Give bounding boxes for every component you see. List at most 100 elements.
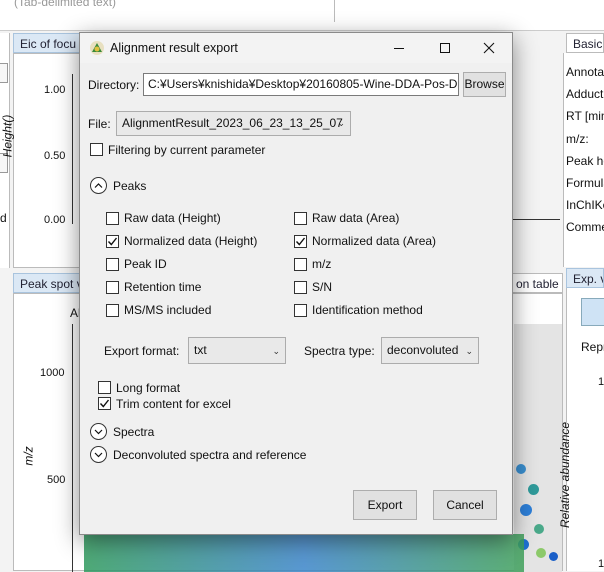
property-comment: Comme xyxy=(566,220,604,235)
property-inchikey: InChIKe xyxy=(566,198,604,213)
chevron-down-icon xyxy=(94,429,103,435)
divider xyxy=(334,0,335,22)
identification-method-checkbox[interactable] xyxy=(294,304,307,317)
spectra-type-value: deconvoluted xyxy=(387,343,459,357)
long-format-label: Long format xyxy=(116,381,181,395)
normalized-height-label: Normalized data (Height) xyxy=(124,234,258,248)
export-button[interactable]: Export xyxy=(353,490,417,520)
peaks-expander-button[interactable] xyxy=(90,177,107,194)
chevron-down-icon xyxy=(94,452,103,458)
raw-height-checkbox[interactable] xyxy=(106,212,119,225)
minimize-icon xyxy=(394,48,404,49)
peak-y-axis xyxy=(72,324,73,572)
cancel-button[interactable]: Cancel xyxy=(433,490,497,520)
exp-repr-label: Repr xyxy=(581,340,604,354)
msms-included-label: MS/MS included xyxy=(124,303,212,317)
spectra-type-label: Spectra type: xyxy=(304,344,375,358)
tab-peak-spot-viewer[interactable]: Peak spot v xyxy=(13,273,83,293)
property-formula: Formula xyxy=(566,176,604,191)
exp-vs-ref-panel: Repr 1 1 Relative abundance xyxy=(558,288,604,571)
stub-label: d xyxy=(0,211,7,225)
tab-eic-of-focused[interactable]: Eic of focu xyxy=(13,33,85,53)
normalized-height-checkbox[interactable] xyxy=(106,235,119,248)
raw-area-label: Raw data (Area) xyxy=(312,211,400,225)
msms-included-checkbox[interactable] xyxy=(106,304,119,317)
export-format-label: Export format: xyxy=(104,344,180,358)
long-format-checkbox[interactable] xyxy=(98,381,111,394)
deconvoluted-expander-button[interactable] xyxy=(90,446,107,463)
exp-y-label: Relative abundance xyxy=(558,421,573,529)
checkmark-icon xyxy=(99,399,110,408)
browse-button[interactable]: Browse xyxy=(463,72,506,97)
sn-checkbox[interactable] xyxy=(294,281,307,294)
property-mz: m/z: xyxy=(566,131,589,146)
file-select-value: AlignmentResult_2023_06_23_13_25_07 xyxy=(122,116,343,130)
background-top-bar: (Tab-delimited text) xyxy=(0,0,604,31)
property-rt: RT [min xyxy=(566,109,604,124)
trim-content-label: Trim content for excel xyxy=(116,397,231,411)
retention-time-label: Retention time xyxy=(124,280,202,294)
sn-label: S/N xyxy=(312,280,333,294)
peak-tick: 1000 xyxy=(40,367,65,379)
filter-checkbox[interactable] xyxy=(90,143,103,156)
deconvoluted-label: Deconvoluted spectra and reference xyxy=(113,448,307,462)
format-hint-text: (Tab-delimited text) xyxy=(14,0,117,9)
exp-tick: 1 xyxy=(598,558,604,570)
checkmark-icon xyxy=(107,237,118,246)
chevron-down-icon: ⌄ xyxy=(337,118,345,128)
eic-tick: 0.50 xyxy=(44,150,66,162)
eic-y-label: Height() xyxy=(0,114,15,158)
app-icon xyxy=(89,40,105,59)
file-label: File: xyxy=(88,117,111,131)
spectra-type-select[interactable]: deconvoluted ⌄ xyxy=(381,337,479,364)
raw-area-checkbox[interactable] xyxy=(294,212,307,225)
filter-label: Filtering by current parameter xyxy=(108,143,266,157)
eic-plot: Height() 1.00 0.50 0.00 xyxy=(0,53,83,268)
tab-exp-vs-ref[interactable]: Exp. vs xyxy=(566,268,604,288)
directory-input[interactable]: C:¥Users¥knishida¥Desktop¥20160805-Wine-… xyxy=(143,73,459,96)
peak-tick: 500 xyxy=(47,474,66,486)
export-format-value: txt xyxy=(194,343,207,357)
peak-id-checkbox[interactable] xyxy=(106,258,119,271)
mz-label: m/z xyxy=(312,257,332,271)
dialog-title: Alignment result export xyxy=(110,41,238,55)
eic-y-axis xyxy=(72,74,73,224)
chevron-down-icon: ⌄ xyxy=(272,346,280,356)
maximize-button[interactable] xyxy=(422,33,468,63)
spectra-label: Spectra xyxy=(113,425,155,439)
raw-height-label: Raw data (Height) xyxy=(124,211,221,225)
identification-method-label: Identification method xyxy=(312,303,423,317)
stub-button[interactable] xyxy=(0,63,8,83)
eic-x-axis xyxy=(512,219,560,220)
mz-checkbox[interactable] xyxy=(294,258,307,271)
tab-basic-property[interactable]: Basic p xyxy=(566,33,604,53)
property-peak-height: Peak he xyxy=(566,153,604,168)
peak-id-label: Peak ID xyxy=(124,257,167,271)
tab-ion-table[interactable]: on table xyxy=(509,273,563,293)
export-format-select[interactable]: txt ⌄ xyxy=(188,337,286,364)
close-button[interactable] xyxy=(466,33,512,63)
trim-content-checkbox[interactable] xyxy=(98,397,111,410)
eic-tick: 0.00 xyxy=(44,214,66,226)
close-icon xyxy=(483,42,495,54)
file-select[interactable]: AlignmentResult_2023_06_23_13_25_07 ⌄ xyxy=(116,111,351,136)
property-annotation: Annota xyxy=(566,65,604,79)
alignment-export-dialog: Alignment result export Directory: C:¥Us… xyxy=(79,32,513,535)
normalized-area-label: Normalized data (Area) xyxy=(312,234,437,248)
exp-tick: 1 xyxy=(598,376,604,388)
retention-time-checkbox[interactable] xyxy=(106,281,119,294)
normalized-area-checkbox[interactable] xyxy=(294,235,307,248)
maximize-icon xyxy=(440,43,450,53)
property-adduct: Adduct xyxy=(566,87,604,102)
spectra-expander-button[interactable] xyxy=(90,423,107,440)
dialog-title-bar[interactable]: Alignment result export xyxy=(80,33,512,63)
checkmark-icon xyxy=(295,237,306,246)
property-list: Annota Adduct RT [min m/z: Peak he Formu… xyxy=(566,61,604,239)
chevron-up-icon xyxy=(94,183,103,188)
minimize-button[interactable] xyxy=(376,33,422,63)
peaks-label: Peaks xyxy=(113,179,147,193)
basic-property-panel: Annota Adduct RT [min m/z: Peak he Formu… xyxy=(563,53,604,267)
eic-tick: 1.00 xyxy=(44,84,66,96)
chart-tool-icon[interactable] xyxy=(581,298,604,326)
scatter-band xyxy=(84,534,524,572)
